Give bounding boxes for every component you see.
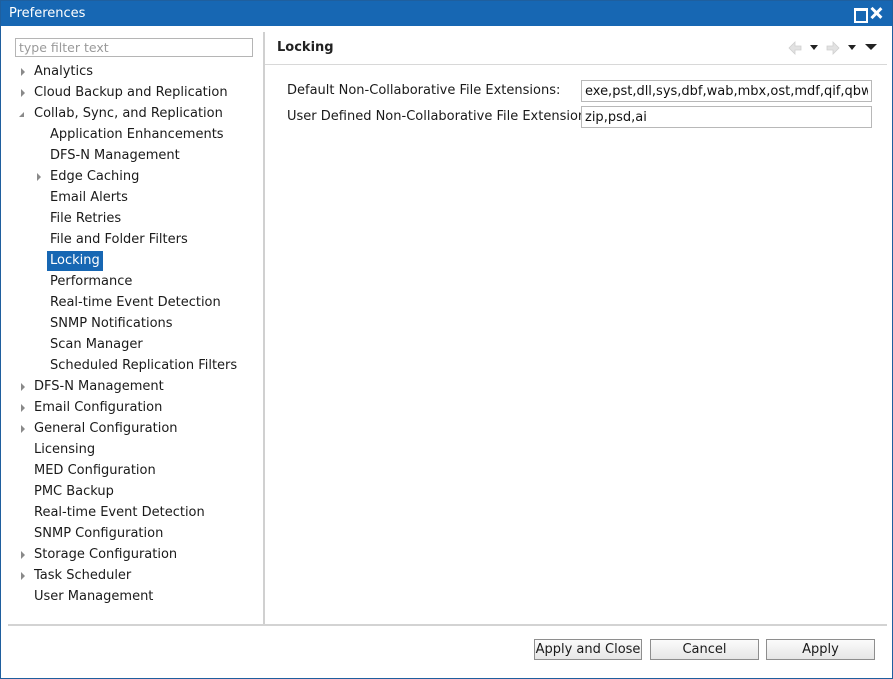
window-title: Preferences [9, 6, 86, 21]
tree-item[interactable]: SNMP Configuration [8, 524, 264, 544]
filter-input[interactable] [15, 38, 253, 57]
close-icon[interactable] [868, 5, 884, 21]
tree-item[interactable]: Storage Configuration [8, 545, 264, 565]
forward-arrow-icon[interactable] [825, 40, 841, 56]
tree-item[interactable]: Email Alerts [8, 188, 264, 208]
tree-item-label: Performance [50, 274, 133, 289]
tree-item[interactable]: Real-time Event Detection [8, 503, 264, 523]
tree-item-label: File Retries [50, 211, 122, 226]
preference-page: Locking Default Non-Collaborative File E… [265, 32, 887, 625]
tree-item-label: Scheduled Replication Filters [50, 358, 238, 373]
button-bar-divider [8, 624, 887, 626]
tree-item-label: PMC Backup [34, 484, 114, 499]
tree-item-label: Real-time Event Detection [50, 295, 221, 310]
tree-collapsed-arrow-icon[interactable] [21, 425, 25, 433]
preferences-tree-pane: Analytics Cloud Backup and Replication Col… [8, 32, 264, 625]
tree-item[interactable]: Collab, Sync, and Replication [8, 104, 264, 124]
tree-item-label: Licensing [34, 442, 96, 457]
maximize-icon[interactable] [851, 5, 868, 23]
tree-item[interactable]: General Configuration [8, 419, 264, 439]
title-bar: Preferences [1, 1, 892, 26]
tree-item[interactable]: Email Configuration [8, 398, 264, 418]
tree-item-label: SNMP Configuration [34, 526, 164, 541]
tree-collapsed-arrow-icon[interactable] [37, 173, 41, 181]
tree-item-label: Scan Manager [50, 337, 143, 352]
tree-item[interactable]: Performance [8, 272, 264, 292]
tree-item[interactable]: Scheduled Replication Filters [8, 356, 264, 376]
tree-item[interactable]: Edge Caching [8, 167, 264, 187]
preferences-dialog: Preferences Analytics Cloud Backup and Re… [0, 0, 893, 679]
tree-item-label: DFS-N Management [34, 379, 164, 394]
tree-item-label: Email Configuration [34, 400, 163, 415]
tree-item[interactable]: SNMP Notifications [8, 314, 264, 334]
tree-item-label: User Management [34, 589, 154, 604]
tree-item[interactable]: Licensing [8, 440, 264, 460]
forward-history-dropdown-icon[interactable] [848, 45, 856, 50]
tree-item-label: MED Configuration [34, 463, 156, 478]
tree-item[interactable]: Analytics [8, 62, 264, 82]
tree-collapsed-arrow-icon[interactable] [21, 383, 25, 391]
user-defined-extensions-label: User Defined Non-Collaborative File Exte… [287, 109, 598, 124]
default-extensions-label: Default Non-Collaborative File Extension… [287, 83, 561, 98]
tree-item-label: Application Enhancements [50, 127, 224, 142]
back-history-dropdown-icon[interactable] [810, 45, 818, 50]
tree-item[interactable]: Application Enhancements [8, 125, 264, 145]
apply-button[interactable]: Apply [766, 639, 875, 660]
tree-item-label: Locking [47, 251, 103, 271]
tree-collapsed-arrow-icon[interactable] [21, 572, 25, 580]
tree-item-label: Real-time Event Detection [34, 505, 205, 520]
tree-item-label: General Configuration [34, 421, 178, 436]
tree-item-label: Email Alerts [50, 190, 128, 205]
tree-item-label: Analytics [34, 64, 94, 79]
view-menu-icon[interactable] [865, 44, 877, 50]
tree-item-label: Cloud Backup and Replication [34, 85, 228, 100]
tree-collapsed-arrow-icon[interactable] [21, 89, 25, 97]
tree-item-label: Task Scheduler [34, 568, 132, 583]
tree-collapsed-arrow-icon[interactable] [21, 404, 25, 412]
tree-item-label: File and Folder Filters [50, 232, 188, 247]
tree-item-label: Storage Configuration [34, 547, 178, 562]
tree-item[interactable]: DFS-N Management [8, 146, 264, 166]
user-defined-extensions-field[interactable] [581, 106, 872, 128]
tree-item[interactable]: Scan Manager [8, 335, 264, 355]
tree-expanded-arrow-icon[interactable] [19, 112, 24, 117]
tree-item[interactable]: Locking [8, 251, 264, 271]
default-extensions-field[interactable] [581, 80, 872, 102]
tree-collapsed-arrow-icon[interactable] [21, 68, 25, 76]
page-title: Locking [277, 40, 334, 55]
apply-and-close-button[interactable]: Apply and Close [534, 639, 642, 660]
back-arrow-icon[interactable] [787, 40, 803, 56]
page-header: Locking [265, 32, 887, 65]
tree-item[interactable]: MED Configuration [8, 461, 264, 481]
tree-item[interactable]: User Management [8, 587, 264, 607]
tree-item[interactable]: Cloud Backup and Replication [8, 83, 264, 103]
tree-item[interactable]: Task Scheduler [8, 566, 264, 586]
tree-item[interactable]: File Retries [8, 209, 264, 229]
tree-item-label: Collab, Sync, and Replication [34, 106, 223, 121]
tree-item-label: Edge Caching [50, 169, 140, 184]
tree-item[interactable]: File and Folder Filters [8, 230, 264, 250]
tree-item[interactable]: DFS-N Management [8, 377, 264, 397]
tree-item-label: DFS-N Management [50, 148, 180, 163]
tree-item[interactable]: PMC Backup [8, 482, 264, 502]
tree-item[interactable]: Real-time Event Detection [8, 293, 264, 313]
tree-item-label: SNMP Notifications [50, 316, 173, 331]
tree-collapsed-arrow-icon[interactable] [21, 551, 25, 559]
cancel-button[interactable]: Cancel [650, 639, 759, 660]
